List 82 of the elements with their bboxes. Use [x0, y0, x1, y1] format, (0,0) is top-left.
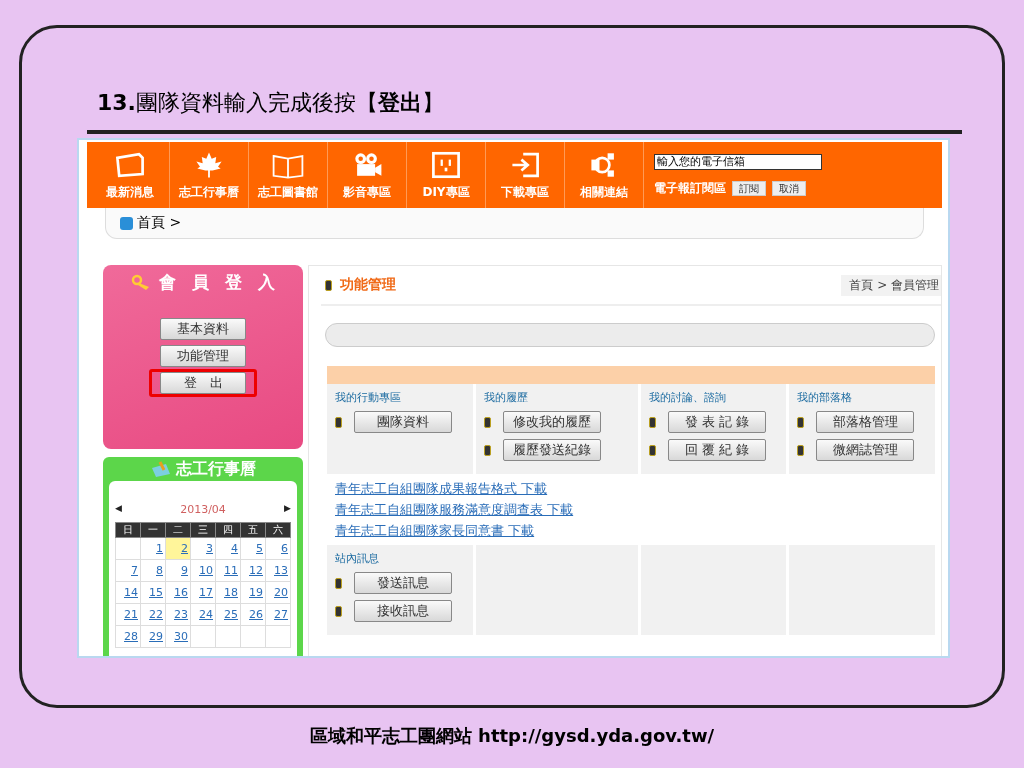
breadcrumb-link[interactable]: 首頁 >: [137, 214, 182, 232]
weekday-header: 三: [190, 522, 216, 538]
calendar-day[interactable]: 1: [140, 537, 166, 560]
section-heading: 站內訊息: [335, 551, 380, 566]
calendar-day[interactable]: 27: [265, 603, 291, 626]
bullet-icon: [335, 416, 342, 428]
message-button[interactable]: 發送訊息: [354, 572, 452, 594]
calendar-day[interactable]: 11: [215, 559, 241, 582]
newsletter-button[interactable]: 取消: [772, 180, 806, 196]
next-month-button[interactable]: ▶: [284, 503, 291, 516]
download-link[interactable]: 青年志工自組團隊服務滿意度調查表 下載: [335, 501, 941, 519]
bullet-icon: [335, 605, 342, 617]
member-menu-button[interactable]: 功能管理: [160, 345, 246, 367]
calendar-day[interactable]: 6: [265, 537, 291, 560]
email-input-field[interactable]: 輸入您的電子信箱: [654, 153, 822, 170]
weekday-header: 日: [115, 522, 141, 538]
download-link[interactable]: 青年志工自組團隊家長同意書 下載: [335, 522, 941, 540]
weekday-header: 五: [240, 522, 266, 538]
calendar-day[interactable]: 25: [215, 603, 241, 626]
calendar-day[interactable]: 3: [190, 537, 216, 560]
newsletter-button[interactable]: 訂閱: [732, 180, 766, 196]
function-button[interactable]: 修改我的履歷: [503, 411, 601, 433]
month-label: 2013/04: [180, 503, 226, 516]
section-heading: 我的履歷: [484, 390, 529, 405]
calendar-day[interactable]: 20: [265, 581, 291, 604]
section-heading: 我的討論、諮詢: [649, 390, 727, 405]
calendar-day[interactable]: 4: [215, 537, 241, 560]
panel-title: 志工行事曆: [176, 458, 256, 480]
bullet-icon: [335, 577, 342, 589]
calendar-day[interactable]: 19: [240, 581, 266, 604]
page-title: 功能管理: [340, 276, 396, 294]
function-button[interactable]: 微網誌管理: [816, 439, 914, 461]
calendar-day[interactable]: 24: [190, 603, 216, 626]
member-menu-button[interactable]: 基本資料: [160, 318, 246, 340]
calendar-day[interactable]: 30: [165, 625, 191, 648]
breadcrumb: 首頁 > 會員管理: [841, 274, 941, 296]
message-button[interactable]: 接收訊息: [354, 600, 452, 622]
prev-month-button[interactable]: ◀: [115, 503, 122, 516]
bullet-icon: [797, 444, 804, 456]
calendar-day[interactable]: 16: [165, 581, 191, 604]
calendar-day[interactable]: 10: [190, 559, 216, 582]
weekday-header: 六: [265, 522, 291, 538]
bullet-icon: [484, 444, 491, 456]
panel-title: 會 員 登 入: [159, 271, 275, 294]
calendar-day[interactable]: 26: [240, 603, 266, 626]
function-button[interactable]: 部落格管理: [816, 411, 914, 433]
function-button[interactable]: 回 覆 紀 錄: [668, 439, 766, 461]
slide-footer: 區域和平志工團網站 http://gysd.yda.gov.tw/: [19, 724, 1005, 748]
calendar-day[interactable]: 8: [140, 559, 166, 582]
calendar-day[interactable]: 22: [140, 603, 166, 626]
function-button[interactable]: 履歷發送紀錄: [503, 439, 601, 461]
section-heading: 我的部落格: [797, 390, 853, 405]
download-link[interactable]: 青年志工自組團隊成果報告格式 下載: [335, 480, 941, 498]
calendar-day[interactable]: 5: [240, 537, 266, 560]
calendar-day[interactable]: 9: [165, 559, 191, 582]
calendar-day[interactable]: 14: [115, 581, 141, 604]
weekday-header: 二: [165, 522, 191, 538]
calendar-day[interactable]: 18: [215, 581, 241, 604]
calendar-day[interactable]: 29: [140, 625, 166, 648]
calendar-day[interactable]: 7: [115, 559, 141, 582]
brush-icon: [150, 460, 172, 478]
calendar-day[interactable]: 12: [240, 559, 266, 582]
function-button[interactable]: 團隊資料: [354, 411, 452, 433]
section-heading: 我的行動專區: [335, 390, 402, 405]
calendar-day[interactable]: 15: [140, 581, 166, 604]
slide-title: 13.團隊資料輸入完成後按【登出】: [97, 89, 445, 117]
weekday-header: 四: [215, 522, 241, 538]
weekday-header: 一: [140, 522, 166, 538]
bullet-icon: [484, 416, 491, 428]
home-icon: [120, 216, 133, 230]
calendar-day[interactable]: 21: [115, 603, 141, 626]
bullet-icon: [325, 279, 332, 291]
bullet-icon: [797, 416, 804, 428]
bullet-icon: [649, 444, 656, 456]
calendar-day[interactable]: 13: [265, 559, 291, 582]
bullet-icon: [649, 416, 656, 428]
calendar-day[interactable]: 23: [165, 603, 191, 626]
function-button[interactable]: 發 表 記 錄: [668, 411, 766, 433]
member-menu-button[interactable]: 登 出: [160, 372, 246, 394]
calendar-day[interactable]: 17: [190, 581, 216, 604]
newsletter-label: 電子報訂閱區: [654, 179, 726, 197]
calendar-day[interactable]: 28: [115, 625, 141, 648]
